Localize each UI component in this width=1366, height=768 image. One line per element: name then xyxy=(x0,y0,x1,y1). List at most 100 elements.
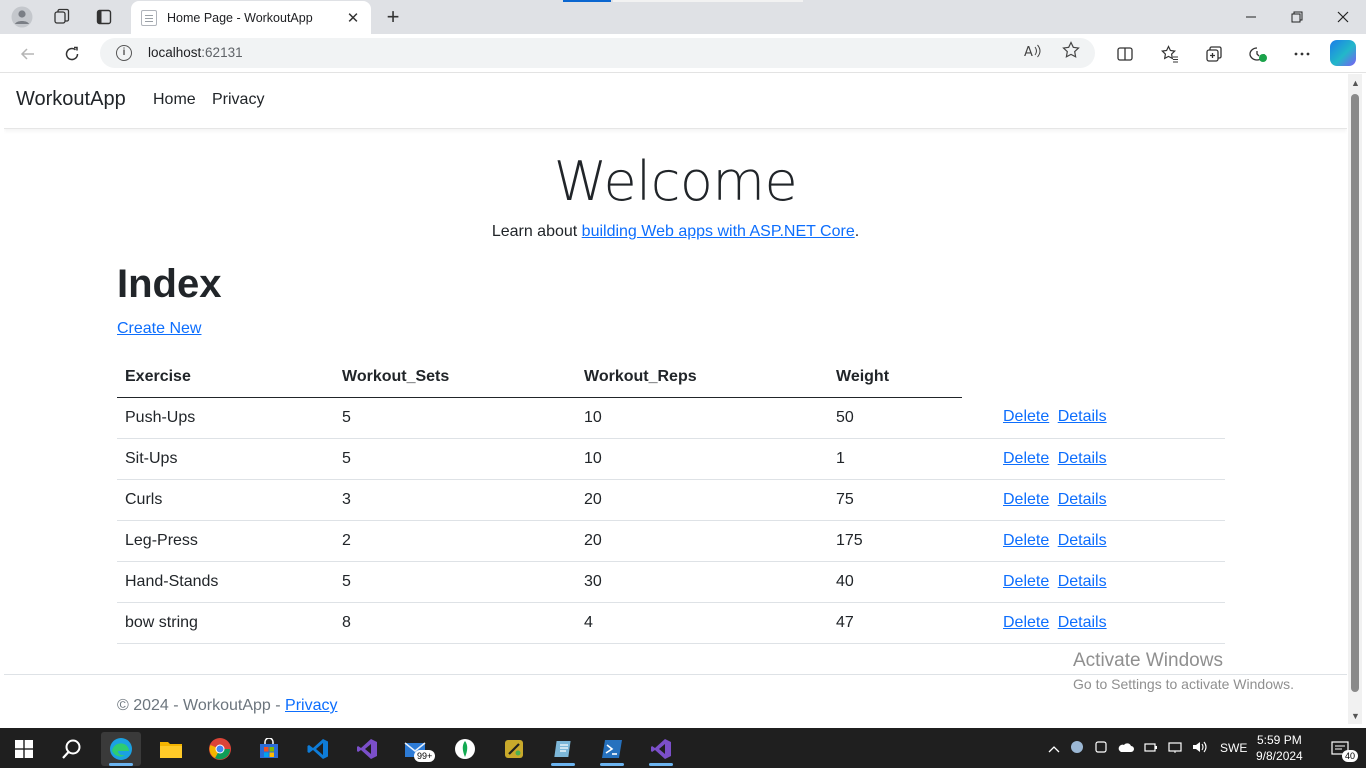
table-row: bow string 8 4 47 Delete Details xyxy=(117,602,1225,644)
file-explorer-icon[interactable] xyxy=(151,732,191,766)
cell-actions: Delete Details xyxy=(962,479,1225,521)
delete-link[interactable]: Delete xyxy=(1003,408,1049,425)
page-favicon-icon xyxy=(141,9,157,26)
chrome-icon[interactable] xyxy=(200,732,240,766)
show-hidden-icons-icon[interactable] xyxy=(1048,741,1060,756)
visual-studio-running-icon[interactable] xyxy=(641,732,681,766)
tab-close-icon[interactable]: ✕ xyxy=(345,9,361,27)
delete-link[interactable]: Delete xyxy=(1003,573,1049,590)
learn-about-text: Learn about building Web apps with ASP.N… xyxy=(4,223,1347,241)
network-drive-icon[interactable] xyxy=(1070,740,1084,757)
cell-weight: 50 xyxy=(828,397,962,439)
footer-text: © 2024 - WorkoutApp - Privacy xyxy=(117,697,337,715)
more-options-icon[interactable] xyxy=(1288,40,1316,68)
index-heading: Index xyxy=(117,262,222,306)
start-icon[interactable] xyxy=(4,732,44,766)
close-window-icon[interactable] xyxy=(1320,0,1366,34)
cell-exercise: Sit-Ups xyxy=(117,438,334,480)
microsoft-store-icon[interactable] xyxy=(249,732,289,766)
nav-link-home[interactable]: Home xyxy=(153,91,196,109)
edge-taskbar-icon[interactable] xyxy=(101,732,141,766)
column-header-weight: Weight xyxy=(828,357,962,398)
profile-icon[interactable] xyxy=(10,5,34,29)
mail-icon[interactable]: 99+ xyxy=(396,732,436,766)
notification-count-badge: 40 xyxy=(1342,750,1359,762)
volume-icon[interactable] xyxy=(1192,740,1208,757)
split-screen-icon[interactable] xyxy=(1111,40,1139,68)
footer-privacy-link[interactable]: Privacy xyxy=(285,697,337,714)
cell-exercise: Curls xyxy=(117,479,334,521)
back-icon[interactable] xyxy=(14,40,42,68)
details-link[interactable]: Details xyxy=(1058,573,1107,590)
delete-link[interactable]: Delete xyxy=(1003,614,1049,631)
restore-icon[interactable] xyxy=(1274,0,1320,34)
cell-reps: 20 xyxy=(576,520,828,562)
powershell-icon[interactable] xyxy=(592,732,632,766)
delete-link[interactable]: Delete xyxy=(1003,532,1049,549)
details-link[interactable]: Details xyxy=(1058,408,1107,425)
details-link[interactable]: Details xyxy=(1058,491,1107,508)
browser-essentials-icon[interactable] xyxy=(1244,40,1272,68)
language-indicator[interactable]: SWE xyxy=(1220,741,1247,755)
copilot-icon[interactable] xyxy=(1330,40,1356,66)
battery-icon[interactable] xyxy=(1144,740,1158,757)
cell-reps: 4 xyxy=(576,602,828,644)
cell-actions: Delete Details xyxy=(962,561,1225,603)
scroll-down-icon[interactable]: ▼ xyxy=(1351,711,1360,721)
favorites-icon[interactable] xyxy=(1156,40,1184,68)
wifi-icon[interactable] xyxy=(1168,740,1182,757)
running-indicator xyxy=(109,763,133,766)
url-text[interactable]: localhost:62131 xyxy=(148,45,243,60)
paint-tool-icon[interactable] xyxy=(494,732,534,766)
table-row: Leg-Press 2 20 175 Delete Details xyxy=(117,520,1225,562)
mongodb-compass-icon[interactable] xyxy=(445,732,485,766)
device-icon[interactable] xyxy=(1094,740,1108,757)
brand-link[interactable]: WorkoutApp xyxy=(16,88,126,111)
details-link[interactable]: Details xyxy=(1058,450,1107,467)
address-bar[interactable]: i localhost:62131 A xyxy=(100,38,1095,68)
notepad-icon[interactable] xyxy=(543,732,583,766)
cell-weight: 1 xyxy=(828,438,962,480)
search-icon[interactable] xyxy=(52,732,92,766)
cell-sets: 5 xyxy=(334,397,576,439)
read-aloud-icon[interactable]: A xyxy=(1024,43,1042,62)
aspnet-docs-link[interactable]: building Web apps with ASP.NET Core xyxy=(582,223,855,240)
details-link[interactable]: Details xyxy=(1058,532,1107,549)
column-header-exercise: Exercise xyxy=(117,357,334,398)
create-new-link[interactable]: Create New xyxy=(117,320,201,338)
cell-actions: Delete Details xyxy=(962,438,1225,480)
clock-date: 9/8/2024 xyxy=(1256,749,1303,763)
favorite-star-icon[interactable] xyxy=(1062,41,1080,64)
cell-exercise: Leg-Press xyxy=(117,520,334,562)
cell-actions: Delete Details xyxy=(962,602,1225,644)
new-tab-button[interactable]: + xyxy=(381,4,405,29)
refresh-icon[interactable] xyxy=(58,40,86,68)
tab-actions-icon[interactable] xyxy=(92,5,116,29)
tab-home-page[interactable]: Home Page - WorkoutApp ✕ xyxy=(131,1,371,34)
onedrive-icon[interactable] xyxy=(1118,741,1134,756)
page-scrollbar[interactable]: ▲ ▼ xyxy=(1348,74,1362,724)
vscode-icon[interactable] xyxy=(298,732,338,766)
cell-actions: Delete Details xyxy=(962,520,1225,562)
tab-title: Home Page - WorkoutApp xyxy=(167,10,313,25)
minimize-icon[interactable] xyxy=(1228,0,1274,34)
visual-studio-icon[interactable] xyxy=(347,732,387,766)
mail-badge: 99+ xyxy=(414,750,436,762)
taskbar-clock[interactable]: 5:59 PM 9/8/2024 xyxy=(1256,732,1303,764)
delete-link[interactable]: Delete xyxy=(1003,450,1049,467)
site-info-icon[interactable]: i xyxy=(116,45,132,61)
system-tray: SWE xyxy=(1048,728,1247,768)
workspaces-icon[interactable] xyxy=(50,5,74,29)
collections-icon[interactable] xyxy=(1200,40,1228,68)
url-host: localhost xyxy=(148,45,202,60)
clock-time: 5:59 PM xyxy=(1257,733,1302,747)
details-link[interactable]: Details xyxy=(1058,614,1107,631)
notifications-icon[interactable]: 40 xyxy=(1320,732,1360,766)
page-viewport: WorkoutApp Home Privacy Welcome Learn ab… xyxy=(4,74,1347,724)
nav-link-privacy[interactable]: Privacy xyxy=(212,91,264,109)
scrollbar-thumb[interactable] xyxy=(1351,94,1359,692)
scroll-up-icon[interactable]: ▲ xyxy=(1351,78,1360,88)
cell-reps: 20 xyxy=(576,479,828,521)
delete-link[interactable]: Delete xyxy=(1003,491,1049,508)
cell-reps: 30 xyxy=(576,561,828,603)
